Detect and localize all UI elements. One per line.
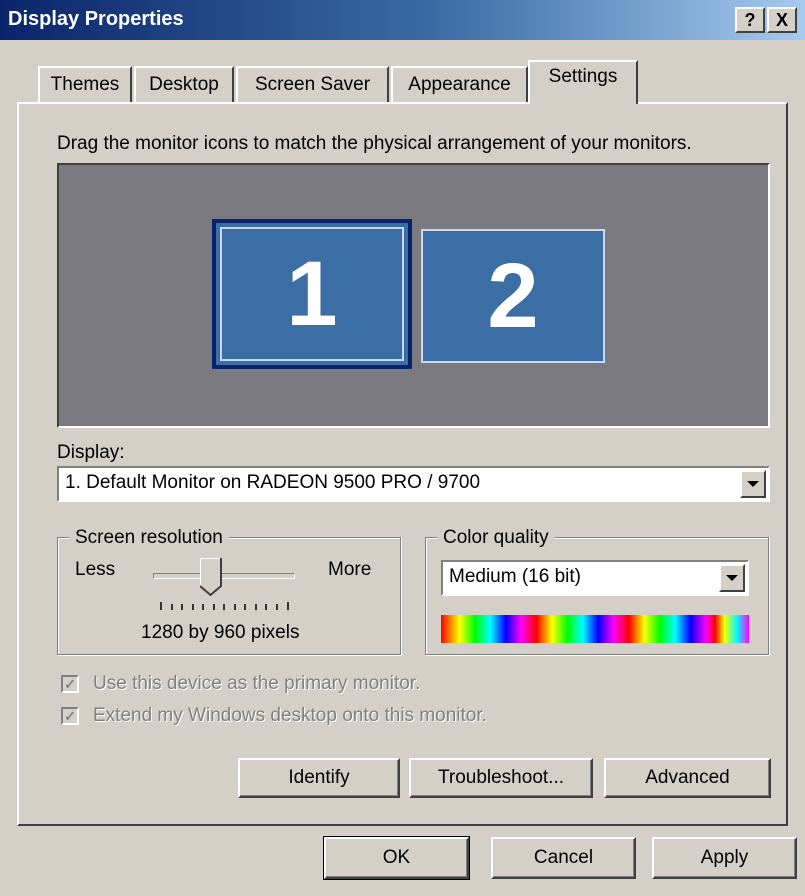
primary-monitor-checkbox[interactable]: ✓ <box>61 675 79 693</box>
arrangement-instruction: Drag the monitor icons to match the phys… <box>57 133 692 154</box>
tab-settings[interactable]: Settings <box>528 60 638 104</box>
tab-appearance[interactable]: Appearance <box>391 66 528 102</box>
chevron-down-icon[interactable] <box>719 564 745 592</box>
ok-button[interactable]: OK <box>323 836 470 880</box>
tab-themes[interactable]: Themes <box>38 66 132 102</box>
window-title: Display Properties <box>8 8 184 30</box>
chevron-down-icon[interactable] <box>740 470 766 498</box>
title-bar[interactable]: Display Properties ? X <box>0 0 805 40</box>
resolution-less-label: Less <box>75 559 116 580</box>
identify-button[interactable]: Identify <box>238 758 400 798</box>
display-select[interactable]: 1. Default Monitor on RADEON 9500 PRO / … <box>57 466 770 502</box>
color-quality-title: Color quality <box>437 527 555 549</box>
display-label: Display: <box>57 442 125 463</box>
resolution-slider-ticks <box>160 602 289 610</box>
monitor-2-number: 2 <box>487 244 539 347</box>
resolution-slider-track[interactable] <box>153 573 295 579</box>
monitor-arrangement-area[interactable]: 1 2 <box>57 163 770 428</box>
monitor-1[interactable]: 1 <box>212 219 412 369</box>
tab-desktop[interactable]: Desktop <box>134 66 234 102</box>
color-spectrum-bar <box>441 615 749 643</box>
resolution-slider-thumb[interactable] <box>200 558 223 596</box>
display-select-value: 1. Default Monitor on RADEON 9500 PRO / … <box>65 472 481 493</box>
close-button[interactable]: X <box>767 7 797 33</box>
apply-button[interactable]: Apply <box>652 837 797 879</box>
screen-resolution-title: Screen resolution <box>69 527 229 549</box>
extend-desktop-label: Extend my Windows desktop onto this moni… <box>93 705 487 726</box>
extend-desktop-checkbox[interactable]: ✓ <box>61 707 79 725</box>
color-quality-value: Medium (16 bit) <box>449 566 581 587</box>
troubleshoot-button[interactable]: Troubleshoot... <box>409 758 593 798</box>
advanced-button[interactable]: Advanced <box>604 758 771 798</box>
resolution-more-label: More <box>328 559 372 580</box>
monitor-2[interactable]: 2 <box>421 229 605 363</box>
cancel-button[interactable]: Cancel <box>491 837 636 879</box>
resolution-value: 1280 by 960 pixels <box>141 622 300 643</box>
tab-screen-saver[interactable]: Screen Saver <box>236 66 389 102</box>
help-button[interactable]: ? <box>735 7 765 33</box>
color-quality-select[interactable]: Medium (16 bit) <box>441 560 749 596</box>
monitor-1-highlight <box>220 227 404 361</box>
primary-monitor-label: Use this device as the primary monitor. <box>93 673 421 694</box>
